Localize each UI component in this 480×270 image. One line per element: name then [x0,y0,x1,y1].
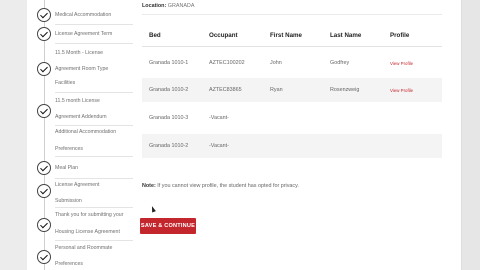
left-gutter [0,0,27,270]
note-text: If you cannot view profile, the student … [157,183,299,189]
check-icon [37,250,51,264]
bed-cell: Granada 1010-1 [149,60,189,66]
save-continue-button[interactable]: SAVE & CONTINUE [140,218,196,234]
privacy-note: Note: If you cannot view profile, the st… [142,183,299,189]
table-row: Granada 1010-2 AZTEC83865 Ryan Rosenzwei… [142,78,442,102]
last-name-cell: Godfrey [330,60,350,66]
table-row: Granada 1010-2 -Vacant- [142,134,442,158]
step-divider [55,92,133,93]
first-name-cell: John [270,60,282,66]
main-content: Location: GRANADA Bed Occupant First Nam… [130,0,461,270]
occupant-cell: AZTEC100202 [209,60,245,66]
location-divider [142,14,442,15]
check-icon [37,184,51,198]
check-icon [37,8,51,22]
step-divider [55,156,133,157]
occupant-cell: -Vacant- [209,143,229,149]
step-divider [55,240,133,241]
occupant-cell: AZTEC83865 [209,87,242,93]
location-value: GRANADA [167,3,195,9]
first-name-cell: Ryan [270,87,283,93]
table-row: Granada 1010-3 -Vacant- [142,106,442,130]
step-divider [55,24,133,25]
step-divider [55,207,133,208]
step-divider [55,43,133,44]
check-icon [37,161,51,175]
column-header-occupant: Occupant [209,32,238,39]
page: Medical Accommodation License Agreement … [0,0,480,270]
bed-cell: Granada 1010-2 [149,143,189,149]
column-header-bed: Bed [149,32,161,39]
column-header-last-name: Last Name [330,32,362,39]
view-profile-link[interactable]: View Profile [390,88,413,93]
occupant-cell: -Vacant- [209,115,229,121]
step-divider [55,178,133,179]
last-name-cell: Rosenzweig [330,87,360,93]
bed-cell: Granada 1010-2 [149,87,189,93]
check-icon [37,218,51,232]
check-icon [37,62,51,76]
table-header-divider [142,46,442,47]
check-icon [37,27,51,41]
column-header-profile: Profile [390,32,410,39]
table-row: Granada 1010-1 AZTEC100202 John Godfrey … [142,51,442,75]
column-header-first-name: First Name [270,32,302,39]
step-divider [55,125,133,126]
location-label: Location: [142,3,167,9]
right-gutter [461,0,480,270]
view-profile-link[interactable]: View Profile [390,61,413,66]
note-label: Note: [142,183,156,189]
check-icon [37,104,51,118]
location-line: Location: GRANADA [142,3,194,9]
bed-cell: Granada 1010-3 [149,115,189,121]
progress-steps: Medical Accommodation License Agreement … [27,0,133,270]
